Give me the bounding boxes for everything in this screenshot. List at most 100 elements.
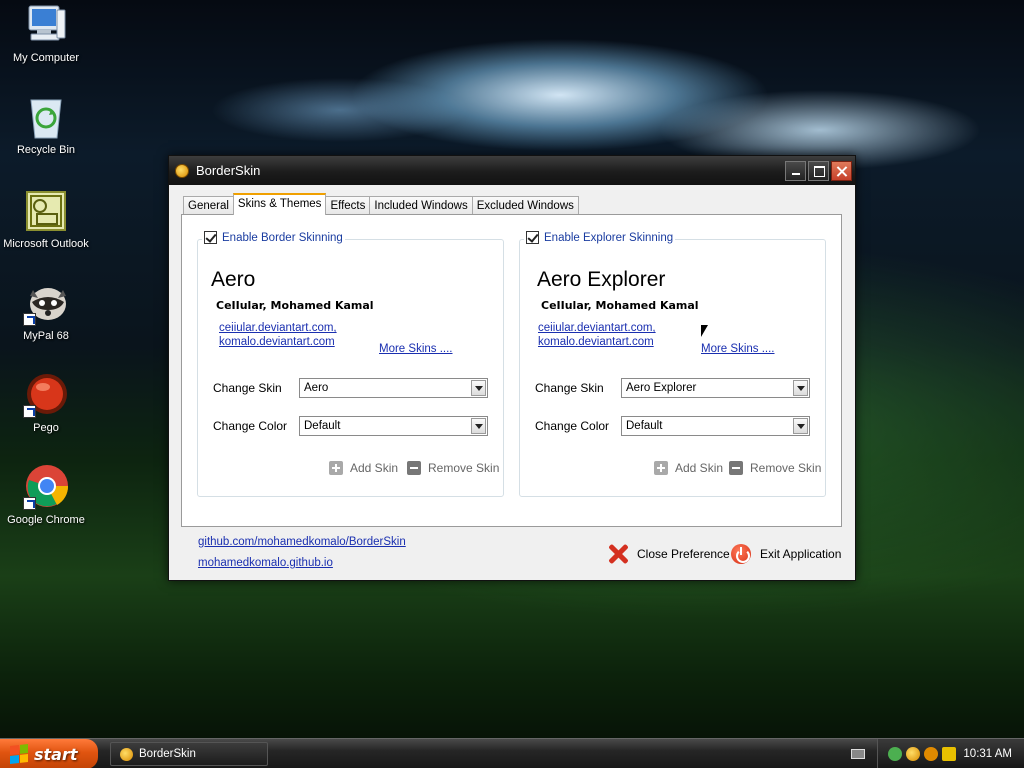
exit-application-button[interactable]: Exit Application — [731, 544, 841, 564]
remove-skin-label: Remove Skin — [428, 461, 500, 475]
clock[interactable]: 10:31 AM — [963, 748, 1012, 760]
border-skin-author: CeIIular, Mohamed Kamal — [216, 299, 374, 312]
add-skin-button[interactable]: Add Skin — [329, 461, 398, 475]
close-preference-button[interactable]: Close Preference — [608, 544, 730, 564]
mouse-pointer-icon — [700, 324, 710, 340]
minus-icon — [729, 461, 743, 475]
tab-included-windows[interactable]: Included Windows — [369, 196, 473, 215]
close-preference-label: Close Preference — [637, 547, 730, 561]
shortcut-arrow-icon — [23, 313, 36, 326]
change-skin-select[interactable]: Aero Explorer — [621, 378, 810, 398]
raccoon-icon — [23, 280, 69, 326]
desktop-icon-label: My Computer — [12, 52, 80, 64]
website-link[interactable]: mohamedkomalo.github.io — [198, 557, 333, 569]
outlook-icon — [23, 188, 69, 234]
desktop-icon-my-computer[interactable]: My Computer — [0, 2, 92, 64]
tab-excluded-windows[interactable]: Excluded Windows — [471, 196, 579, 215]
borderskin-tray-icon[interactable] — [906, 747, 920, 761]
system-tray: 10:31 AM — [877, 739, 1024, 768]
security-shield-icon[interactable] — [942, 747, 956, 761]
keyboard-icon[interactable] — [851, 749, 865, 759]
chevron-down-icon[interactable] — [471, 418, 486, 434]
windows-logo-icon — [10, 744, 28, 764]
enable-border-skinning-checkbox[interactable]: Enable Border Skinning — [202, 231, 345, 244]
enable-border-skinning-label: Enable Border Skinning — [222, 231, 343, 244]
pego-icon — [23, 372, 69, 418]
plus-icon — [654, 461, 668, 475]
window-title: BorderSkin — [196, 163, 261, 178]
taskbar-item-borderskin[interactable]: BorderSkin — [110, 742, 268, 766]
checkbox-checked[interactable] — [526, 231, 539, 244]
taskbar-item-label: BorderSkin — [139, 748, 196, 760]
desktop-icon-microsoft-outlook[interactable]: Microsoft Outlook — [0, 188, 92, 250]
author-site-link-2[interactable]: komalo.deviantart.com — [538, 336, 654, 348]
change-color-label: Change Color — [213, 419, 288, 433]
chrome-icon — [23, 464, 69, 510]
change-skin-value: Aero Explorer — [626, 382, 697, 394]
remove-skin-button[interactable]: Remove Skin — [729, 461, 821, 475]
explorer-skin-author: CeIIular, Mohamed Kamal — [541, 299, 699, 312]
plus-icon — [329, 461, 343, 475]
author-site-link-2[interactable]: komalo.deviantart.com — [219, 336, 335, 348]
desktop-icon-recycle-bin[interactable]: Recycle Bin — [0, 94, 92, 156]
change-skin-select[interactable]: Aero — [299, 378, 488, 398]
power-icon — [731, 544, 751, 564]
close-window-button[interactable] — [831, 160, 852, 181]
exit-application-label: Exit Application — [760, 547, 842, 561]
start-button[interactable]: start — [0, 739, 98, 768]
change-color-value: Default — [304, 420, 341, 432]
chevron-down-icon[interactable] — [793, 380, 808, 396]
add-skin-label: Add Skin — [675, 461, 724, 475]
more-skins-link[interactable]: More Skins .... — [379, 343, 453, 355]
add-skin-button[interactable]: Add Skin — [654, 461, 723, 475]
desktop-icon-label: Recycle Bin — [16, 144, 76, 156]
author-site-link-1[interactable]: ceiiular.deviantart.com, — [538, 322, 656, 334]
github-link[interactable]: github.com/mohamedkomalo/BorderSkin — [198, 536, 406, 548]
recycle-bin-icon — [23, 94, 69, 140]
skins-themes-panel: Enable Border Skinning Aero CeIIular, Mo… — [181, 214, 842, 527]
change-skin-label: Change Skin — [213, 381, 282, 395]
desktop-icon-label: Google Chrome — [7, 514, 85, 526]
network-icon[interactable] — [888, 747, 902, 761]
remove-skin-button[interactable]: Remove Skin — [407, 461, 499, 475]
borderskin-window: BorderSkin General Skins & Themes Effect… — [168, 155, 856, 581]
change-color-select[interactable]: Default — [621, 416, 810, 436]
tab-effects[interactable]: Effects — [325, 196, 371, 215]
add-skin-label: Add Skin — [350, 461, 399, 475]
enable-explorer-skinning-checkbox[interactable]: Enable Explorer Skinning — [524, 231, 676, 244]
taskbar: start BorderSkin 10:31 AM — [0, 738, 1024, 768]
borderskin-app-icon — [120, 747, 133, 761]
title-bar[interactable]: BorderSkin — [169, 156, 855, 185]
change-skin-value: Aero — [304, 382, 329, 394]
author-site-link-1[interactable]: ceiiular.deviantart.com, — [219, 322, 337, 334]
minus-icon — [407, 461, 421, 475]
maximize-button[interactable] — [808, 160, 829, 181]
desktop-icon-label: MyPal 68 — [23, 330, 69, 342]
close-x-icon — [608, 544, 628, 564]
chevron-down-icon[interactable] — [793, 418, 808, 434]
checkbox-checked[interactable] — [204, 231, 217, 244]
shortcut-arrow-icon — [23, 497, 36, 510]
change-color-value: Default — [626, 420, 663, 432]
search-icon[interactable] — [924, 747, 938, 761]
desktop-icon-google-chrome[interactable]: Google Chrome — [0, 464, 92, 526]
change-color-label: Change Color — [535, 419, 610, 433]
desktop-icon-label: Microsoft Outlook — [3, 238, 89, 250]
shortcut-arrow-icon — [23, 405, 36, 418]
desktop-icon-mypal[interactable]: MyPal 68 — [0, 280, 92, 342]
minimize-button[interactable] — [785, 160, 806, 181]
change-skin-label: Change Skin — [535, 381, 604, 395]
explorer-skin-name: Aero Explorer — [537, 268, 666, 291]
desktop-icon-label: Pego — [33, 422, 59, 434]
explorer-skinning-group: Enable Explorer Skinning Aero Explorer C… — [519, 231, 826, 497]
border-skin-name: Aero — [211, 268, 256, 291]
chevron-down-icon[interactable] — [471, 380, 486, 396]
enable-explorer-skinning-label: Enable Explorer Skinning — [544, 231, 674, 244]
desktop-icon-pego[interactable]: Pego — [0, 372, 92, 434]
start-label: start — [34, 744, 78, 764]
computer-icon — [23, 2, 69, 48]
tab-general[interactable]: General — [183, 196, 234, 215]
tab-skins-themes[interactable]: Skins & Themes — [232, 193, 327, 215]
more-skins-link[interactable]: More Skins .... — [701, 343, 775, 355]
change-color-select[interactable]: Default — [299, 416, 488, 436]
